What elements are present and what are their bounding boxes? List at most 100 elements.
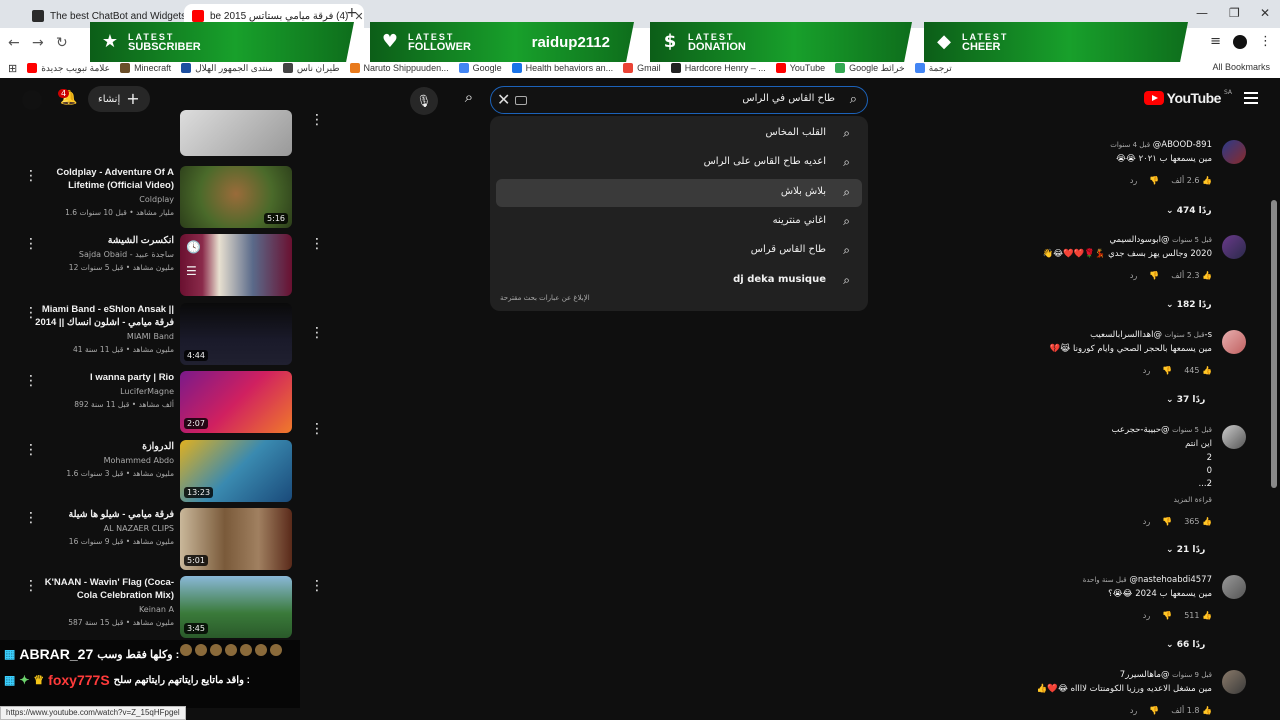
- like-button[interactable]: 👍 2.6 ألف: [1171, 176, 1212, 185]
- keyboard-icon[interactable]: [515, 96, 527, 105]
- channel-name[interactable]: MIAMI Band: [127, 332, 174, 341]
- search-suggestion[interactable]: ⌕ بلاش بلاش: [496, 179, 862, 207]
- video-thumbnail[interactable]: 4:44: [180, 303, 292, 365]
- comment-author[interactable]: @ماهالسيرر7: [1120, 670, 1170, 680]
- like-button[interactable]: 👍 1.8 ألف: [1171, 706, 1212, 715]
- bookmark-item[interactable]: منتدى الجمهور الهلال: [181, 63, 273, 74]
- more-options-icon[interactable]: ⋮: [310, 236, 324, 252]
- dislike-icon[interactable]: 👎: [1162, 366, 1172, 375]
- commenter-avatar[interactable]: [1222, 235, 1246, 259]
- video-title[interactable]: انكسرت الشيشة: [34, 234, 174, 247]
- dislike-icon[interactable]: 👎: [1149, 271, 1159, 280]
- dislike-icon[interactable]: 👎: [1162, 517, 1172, 526]
- comment-author[interactable]: @nastehoabdi4577: [1129, 575, 1212, 585]
- bookmark-item[interactable]: Gmail: [623, 63, 661, 73]
- comment-author[interactable]: @حبيبة-حجرعب: [1112, 425, 1170, 435]
- channel-name[interactable]: AL NAZAER CLIPS: [104, 524, 174, 533]
- video-item[interactable]: 13:23 الدروازة Mohammed Abdo 1.6 مليون م…: [0, 440, 330, 508]
- bookmark-item[interactable]: ترجمة: [914, 63, 952, 74]
- commenter-avatar[interactable]: [1222, 670, 1246, 694]
- report-suggestions-link[interactable]: الإبلاغ عن عبارات بحث مقترحة: [500, 294, 590, 302]
- bookmark-item[interactable]: Health behaviors an...: [511, 63, 613, 73]
- maximize-icon[interactable]: ❐: [1229, 6, 1240, 20]
- reply-button[interactable]: رد: [1130, 271, 1137, 280]
- bookmark-item[interactable]: YouTube: [775, 63, 825, 73]
- extensions-icon[interactable]: ≡: [1210, 34, 1221, 49]
- search-button[interactable]: ⌕: [456, 88, 482, 114]
- reply-button[interactable]: رد: [1143, 611, 1150, 620]
- commenter-avatar[interactable]: [1222, 330, 1246, 354]
- view-replies-button[interactable]: ⌄ 37 ردًا: [1166, 395, 1205, 405]
- more-options-icon[interactable]: ⋮: [310, 112, 324, 128]
- video-item[interactable]: 3:45 K'NAAN - Wavin' Flag (Coca-Cola Cel…: [0, 576, 330, 644]
- new-tab-icon[interactable]: +: [346, 5, 358, 21]
- apps-icon[interactable]: ⊞: [8, 62, 17, 75]
- minimize-icon[interactable]: —: [1196, 6, 1208, 20]
- view-replies-button[interactable]: ⌄ 182 ردًا: [1166, 300, 1212, 310]
- bookmark-item[interactable]: Google خرائط: [835, 63, 905, 74]
- more-options-icon[interactable]: ⋮: [24, 236, 38, 252]
- video-title[interactable]: K'NAAN - Wavin' Flag (Coca-Cola Celebrat…: [34, 576, 174, 602]
- video-title[interactable]: الدروازة: [34, 440, 174, 453]
- search-suggestion[interactable]: ⌕ اعديه طاح القاس على الراس: [496, 149, 862, 177]
- like-button[interactable]: 👍 511: [1184, 611, 1212, 620]
- create-button[interactable]: إنشاء +: [88, 86, 150, 112]
- close-window-icon[interactable]: ✕: [1260, 6, 1270, 20]
- more-options-icon[interactable]: ⋮: [310, 578, 324, 594]
- view-replies-button[interactable]: ⌄ 474 ردًا: [1166, 206, 1212, 216]
- comment-author[interactable]: @ABOOD-891: [1153, 140, 1212, 150]
- forward-icon[interactable]: →: [32, 35, 44, 51]
- back-icon[interactable]: ←: [8, 35, 20, 51]
- search-input[interactable]: ⌕ طاح القاس في الراس ✕: [490, 86, 868, 114]
- view-replies-button[interactable]: ⌄ 66 ردًا: [1166, 640, 1205, 650]
- voice-search-button[interactable]: 🎙: [410, 87, 438, 115]
- channel-name[interactable]: Mohammed Abdo: [104, 456, 174, 465]
- all-bookmarks-button[interactable]: All Bookmarks: [1212, 62, 1270, 72]
- bookmark-item[interactable]: Hardcore Henry – ...: [670, 63, 766, 73]
- watch-later-icon[interactable]: 🕓: [186, 240, 201, 254]
- search-suggestion[interactable]: ⌕ dj deka musique: [496, 267, 862, 295]
- commenter-avatar[interactable]: [1222, 425, 1246, 449]
- more-options-icon[interactable]: ⋮: [310, 325, 324, 341]
- bookmark-item[interactable]: طيران ناس: [282, 63, 340, 74]
- search-suggestion[interactable]: ⌕ القلب المخاس: [496, 120, 862, 148]
- more-options-icon[interactable]: ⋮: [24, 510, 38, 526]
- like-button[interactable]: 👍 365: [1184, 517, 1212, 526]
- bookmark-item[interactable]: علامة تبويب جديدة: [27, 63, 110, 74]
- video-thumbnail[interactable]: 5:01: [180, 508, 292, 570]
- reload-icon[interactable]: ↻: [56, 35, 68, 51]
- clear-search-icon[interactable]: ✕: [497, 90, 510, 109]
- bookmark-item[interactable]: Google: [458, 63, 502, 73]
- video-item[interactable]: 5:16 Coldplay - Adventure Of A Lifetime …: [0, 166, 330, 234]
- video-item[interactable]: 2:07 I wanna party | Rio LuciferMagne 89…: [0, 371, 330, 439]
- dislike-icon[interactable]: 👎: [1149, 706, 1159, 715]
- reply-button[interactable]: رد: [1143, 366, 1150, 375]
- like-button[interactable]: 👍 445: [1184, 366, 1212, 375]
- video-title[interactable]: فرقة ميامي - شيلو ها شيلة: [34, 508, 174, 521]
- video-title[interactable]: Coldplay - Adventure Of A Lifetime (Offi…: [34, 166, 174, 192]
- video-thumbnail[interactable]: [180, 110, 292, 156]
- search-suggestion[interactable]: ⌕ طاح القاس قراس: [496, 237, 862, 265]
- video-thumbnail[interactable]: 2:07: [180, 371, 292, 433]
- dislike-icon[interactable]: 👎: [1162, 611, 1172, 620]
- more-options-icon[interactable]: ⋮: [24, 578, 38, 594]
- comment-author[interactable]: @ابوسودالسيمي: [1109, 235, 1169, 245]
- search-suggestion[interactable]: ⌕ اغاني منترينه: [496, 208, 862, 236]
- dislike-icon[interactable]: 👎: [1149, 176, 1159, 185]
- read-more-link[interactable]: قراءة المزيد: [1173, 495, 1212, 504]
- more-options-icon[interactable]: ⋮: [24, 305, 38, 321]
- menu-icon[interactable]: ⋮: [1259, 34, 1272, 49]
- view-replies-button[interactable]: ⌄ 21 ردًا: [1166, 545, 1205, 555]
- more-options-icon[interactable]: ⋮: [24, 168, 38, 184]
- reply-button[interactable]: رد: [1143, 517, 1150, 526]
- account-avatar[interactable]: [22, 90, 42, 110]
- commenter-avatar[interactable]: [1222, 140, 1246, 164]
- bookmark-item[interactable]: Minecraft: [120, 63, 171, 73]
- video-thumbnail[interactable]: 🕓 ☰: [180, 234, 292, 296]
- like-button[interactable]: 👍 2.3 ألف: [1171, 271, 1212, 280]
- channel-name[interactable]: Keinan A: [139, 605, 174, 614]
- video-thumbnail[interactable]: 3:45: [180, 576, 292, 638]
- video-item[interactable]: 4:44 Miami Band - eShlon Ansak || فرقة م…: [0, 303, 330, 371]
- add-to-queue-icon[interactable]: ☰: [186, 264, 197, 278]
- video-item[interactable]: 🕓 ☰ انكسرت الشيشة Sajda Obaid - ساجدة عب…: [0, 234, 330, 302]
